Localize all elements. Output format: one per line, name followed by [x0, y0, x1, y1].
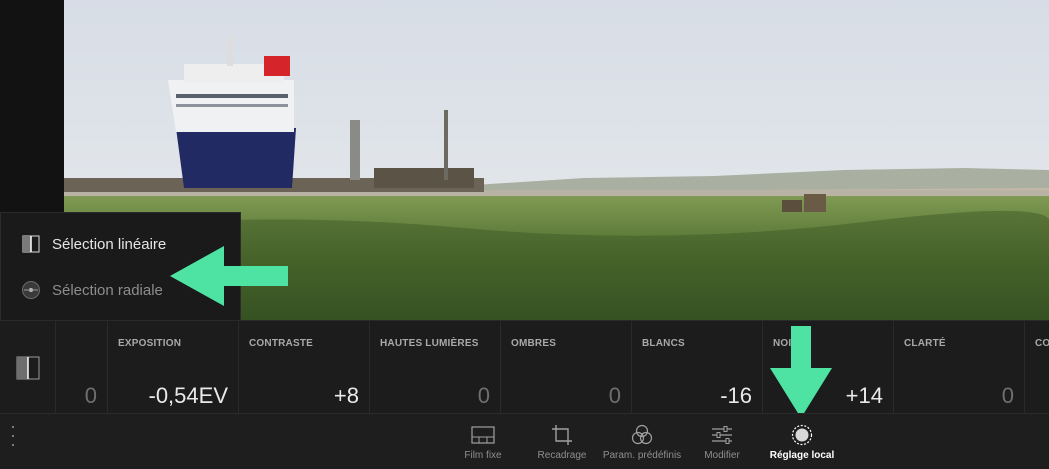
slider-clarte[interactable]: CLARTÉ 0 — [894, 321, 1025, 414]
slider-name: CO — [1035, 338, 1049, 349]
slider-name: HAUTES LUMIÈRES — [380, 338, 479, 349]
slider-value: 0 — [1001, 383, 1014, 408]
modifier-label: Modifier — [704, 450, 740, 461]
film-fixe-button[interactable]: Film fixe — [438, 424, 528, 466]
presets-button[interactable]: Param. prédéfinis — [597, 424, 687, 466]
slider-name: BLANCS — [642, 338, 685, 349]
radial-gradient-icon — [21, 280, 41, 300]
linear-selection-label: Sélection linéaire — [52, 235, 167, 253]
slider-value: -16 — [720, 383, 752, 408]
more-options-icon[interactable] — [8, 426, 18, 446]
bottom-toolbar: Film fixe Recadrage Param. prédéfinis Mo… — [0, 413, 1049, 469]
slider-value: 0 — [608, 383, 621, 408]
slider-name: CLARTÉ — [904, 338, 946, 349]
linear-gradient-icon — [16, 356, 39, 379]
slider-name: EXPOSITION — [118, 338, 182, 349]
slider-value: -0,54EV — [148, 383, 229, 408]
slider-name: OMBRES — [511, 338, 557, 349]
slider-contraste[interactable]: CONTRASTE +8 — [239, 321, 370, 414]
linear-gradient-icon — [21, 234, 41, 254]
sliders-icon — [677, 424, 767, 446]
slider-value: 0 — [84, 383, 97, 408]
presets-label: Param. prédéfinis — [602, 450, 682, 461]
down-arrow-annotation — [770, 326, 832, 418]
recadrage-button[interactable]: Recadrage — [517, 424, 607, 466]
slider-exposition[interactable]: EXPOSITION -0,54EV — [108, 321, 239, 414]
reglage-local-button[interactable]: Réglage local — [757, 424, 847, 466]
slider-value: +8 — [333, 383, 359, 408]
crop-icon — [517, 424, 607, 446]
active-mask-thumbnail[interactable] — [0, 321, 56, 414]
slider-partial[interactable]: CO — [1025, 321, 1049, 414]
adjustment-slider-strip: 0 EXPOSITION -0,54EV CONTRASTE +8 HAUTES… — [0, 320, 1049, 414]
film-fixe-label: Film fixe — [464, 450, 502, 461]
linear-selection-option[interactable]: Sélection linéaire — [21, 231, 166, 257]
radial-selection-label: Sélection radiale — [52, 281, 163, 299]
filmstrip-icon — [438, 424, 528, 446]
slider-hautes-lumieres[interactable]: HAUTES LUMIÈRES 0 — [370, 321, 501, 414]
modifier-button[interactable]: Modifier — [677, 424, 767, 466]
slider-blank[interactable]: 0 — [56, 321, 108, 414]
slider-name: CONTRASTE — [249, 338, 314, 349]
reglage-local-label: Réglage local — [769, 450, 835, 461]
local-adjust-icon — [757, 424, 847, 446]
left-arrow-annotation — [170, 246, 288, 306]
slider-value: 0 — [477, 383, 490, 408]
slider-value: +14 — [845, 383, 883, 408]
presets-icon — [597, 424, 687, 446]
slider-ombres[interactable]: OMBRES 0 — [501, 321, 632, 414]
radial-selection-option[interactable]: Sélection radiale — [21, 277, 163, 303]
recadrage-label: Recadrage — [537, 450, 587, 461]
slider-blancs[interactable]: BLANCS -16 — [632, 321, 763, 414]
